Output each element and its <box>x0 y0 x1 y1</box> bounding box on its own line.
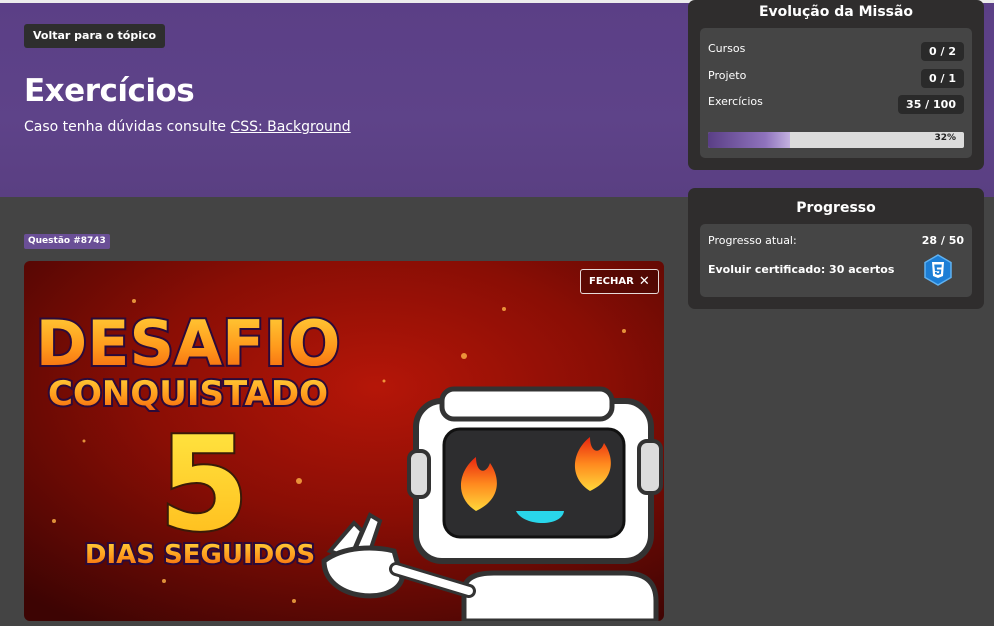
mission-row-label-cursos: Cursos <box>708 42 746 55</box>
mission-progress-bar: 32% <box>708 132 964 148</box>
mission-card-body: Cursos 0 / 2 Projeto 0 / 1 Exercícios 35… <box>700 28 972 158</box>
mission-row-label-projeto: Projeto <box>708 69 747 82</box>
progress-card: Progresso Progresso atual: 28 / 50 Evolu… <box>688 188 984 309</box>
banner-streak-number: 5 <box>159 408 249 560</box>
mission-progress-text: 32% <box>934 133 956 143</box>
page-title: Exercícios <box>24 73 195 109</box>
mission-row-label-exercicios: Exercícios <box>708 95 763 108</box>
mission-evolution-card: Evolução da Missão Cursos 0 / 2 Projeto … <box>688 0 984 170</box>
current-progress-label: Progresso atual: <box>708 234 797 247</box>
current-progress-value: 28 / 50 <box>921 234 964 247</box>
mission-progress-fill <box>708 132 790 148</box>
css3-shield-icon <box>924 254 952 286</box>
page-subtitle: Caso tenha dúvidas consulte CSS: Backgro… <box>24 119 351 135</box>
mission-card-title: Evolução da Missão <box>758 4 914 20</box>
back-to-topic-button[interactable]: Voltar para o tópico <box>24 24 166 48</box>
subtitle-text: Caso tenha dúvidas consulte <box>24 119 231 135</box>
close-banner-button[interactable]: FECHAR ✕ <box>580 269 659 294</box>
progress-card-title: Progresso <box>796 200 876 216</box>
close-icon: ✕ <box>638 274 650 289</box>
mission-row-value-cursos: 0 / 2 <box>921 42 964 61</box>
question-badge: Questão #8743 <box>24 234 110 249</box>
progress-card-body: Progresso atual: 28 / 50 Evoluir certifi… <box>700 224 972 297</box>
challenge-banner-art: DESAFIO CONQUISTADO 5 DIAS SEGUIDOS <box>24 261 664 621</box>
banner-streak-label: DIAS SEGUIDOS <box>85 540 315 570</box>
challenge-banner: DESAFIO CONQUISTADO 5 DIAS SEGUIDOS FECH… <box>24 261 664 621</box>
close-label: FECHAR <box>589 276 634 287</box>
banner-title-desafio: DESAFIO <box>36 307 341 380</box>
mission-row-value-exercicios: 35 / 100 <box>898 95 964 114</box>
mission-row-value-projeto: 0 / 1 <box>921 69 964 88</box>
certificate-goal-label: Evoluir certificado: 30 acertos <box>708 263 895 276</box>
css-background-link[interactable]: CSS: Background <box>230 119 350 135</box>
